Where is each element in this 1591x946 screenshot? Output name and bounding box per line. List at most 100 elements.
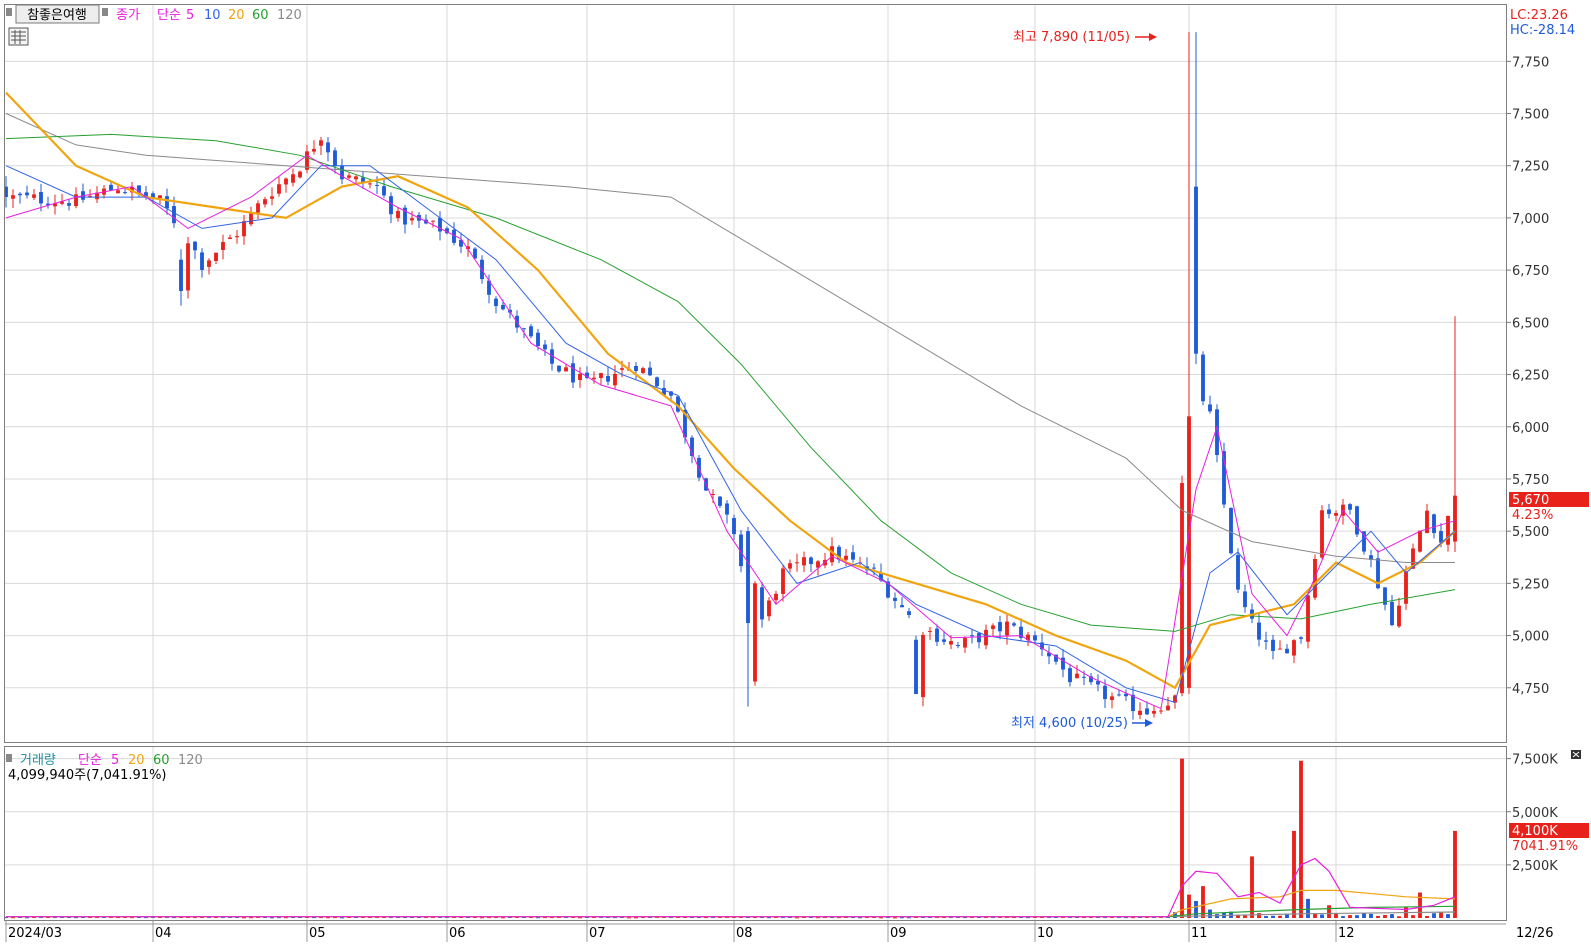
- volume-bar: [1306, 898, 1310, 918]
- legend-vol-simple: 단순: [78, 753, 102, 768]
- price-tick-label: 7,500: [1512, 108, 1549, 123]
- candle-body: [1334, 512, 1338, 516]
- candle-body: [1110, 696, 1114, 700]
- candle-body: [186, 243, 190, 291]
- candle-body: [165, 196, 169, 209]
- month-label: 04: [155, 926, 172, 941]
- candle-body: [1103, 685, 1107, 700]
- candle-body: [1012, 623, 1016, 626]
- volume-bar: [74, 917, 78, 919]
- candle-body: [711, 494, 715, 496]
- ma120-line: [5, 113, 1455, 563]
- volume-bar: [480, 917, 484, 919]
- candle-body: [956, 645, 960, 647]
- date-axis: 2024/03 04 05 06 07 08 09 10 11 12: [5, 921, 1506, 942]
- month-label: 05: [309, 926, 326, 941]
- candle-body: [1005, 621, 1009, 636]
- candle-body: [333, 150, 337, 166]
- candle-body: [172, 206, 176, 224]
- volume-bar: [11, 917, 15, 919]
- candle-body: [949, 641, 953, 645]
- candle-body: [228, 237, 232, 240]
- candle-body: [928, 630, 932, 632]
- candle-body: [522, 328, 526, 330]
- candle-body: [599, 373, 603, 379]
- legend-ma60: 60: [252, 8, 269, 23]
- volume-bar: [284, 917, 288, 919]
- candle-body: [1236, 554, 1240, 590]
- legend-ma20: 20: [228, 8, 245, 23]
- volume-ma-lines: [6, 857, 1456, 918]
- candle-body: [1320, 510, 1324, 558]
- candle-body: [1278, 648, 1282, 650]
- candle-body: [312, 148, 316, 152]
- legend-vol-ma20: 20: [128, 753, 145, 768]
- price-tick-label: 5,250: [1512, 577, 1549, 592]
- price-tick-label: 7,750: [1512, 55, 1549, 70]
- calculator-icon[interactable]: [8, 27, 29, 46]
- lc-label: LC:23.26: [1510, 8, 1568, 23]
- candle-body: [242, 221, 246, 237]
- candle-body: [1194, 186, 1198, 354]
- month-label: 2024/03: [8, 926, 62, 941]
- volume-bar: [1411, 915, 1415, 918]
- candle-body: [767, 600, 771, 617]
- candle-body: [1418, 530, 1422, 552]
- volume-tick-label: 2,500K: [1512, 859, 1558, 874]
- candle-body: [1229, 507, 1233, 554]
- candle-body: [802, 557, 806, 566]
- price-tick-label: 5,500: [1512, 525, 1549, 540]
- volume-bar: [1425, 916, 1429, 918]
- candle-body: [844, 555, 848, 560]
- candle-body: [1145, 708, 1149, 715]
- volume-bar: [1355, 915, 1359, 918]
- candle-body: [1159, 710, 1163, 712]
- volume-bar: [1264, 916, 1268, 918]
- legend-ma5: 5: [186, 8, 194, 23]
- close-icon[interactable]: [1571, 750, 1581, 759]
- candle-body: [620, 368, 624, 370]
- candle-body: [1208, 404, 1212, 412]
- hc-label: HC:-28.14: [1510, 23, 1575, 38]
- volume-bar: [1299, 760, 1303, 918]
- candle-body: [998, 622, 1002, 632]
- ma20-line: [5, 91, 1456, 690]
- last-volume: 4,100K: [1512, 824, 1558, 839]
- candle-body: [207, 260, 211, 267]
- candle-body: [606, 375, 610, 382]
- candle-body: [375, 184, 379, 186]
- volume-pane-frame: [4, 746, 1507, 921]
- candle-body: [326, 142, 330, 153]
- end-date-label: 12/26: [1516, 926, 1553, 941]
- candle-body: [557, 365, 561, 372]
- candle-body: [1082, 676, 1086, 678]
- volume-bar: [1327, 905, 1331, 918]
- price-tick-label: 7,000: [1512, 212, 1549, 227]
- candle-body: [655, 377, 659, 387]
- candle-body: [1404, 571, 1408, 604]
- candle-body: [718, 496, 722, 506]
- candle-body: [1306, 595, 1310, 642]
- candle-body: [648, 367, 652, 376]
- candle-body: [872, 567, 876, 569]
- candle-body: [795, 562, 799, 564]
- legend-volume: 거래량: [20, 753, 56, 768]
- stock-chart: 4,750 5,000 5,250 5,500 5,750 6,000 6,250 6,500…: [4, 4, 1589, 942]
- volume-bar: [1194, 901, 1198, 918]
- candle-body: [641, 368, 645, 374]
- volume-bar: [634, 917, 638, 919]
- candle-body: [39, 192, 43, 204]
- candle-body: [214, 252, 218, 261]
- candle-body: [893, 597, 897, 601]
- candle-body: [921, 634, 925, 698]
- candle-body: [221, 242, 225, 250]
- volume-bar: [270, 917, 274, 919]
- volume-bar: [249, 917, 253, 919]
- candle-body: [1397, 605, 1401, 627]
- candles: [4, 32, 1457, 720]
- candle-body: [613, 373, 617, 386]
- candle-body: [1201, 354, 1205, 402]
- volume-bar: [1313, 913, 1317, 918]
- arrow-right-icon: [1132, 719, 1153, 727]
- volume-bar: [501, 917, 505, 919]
